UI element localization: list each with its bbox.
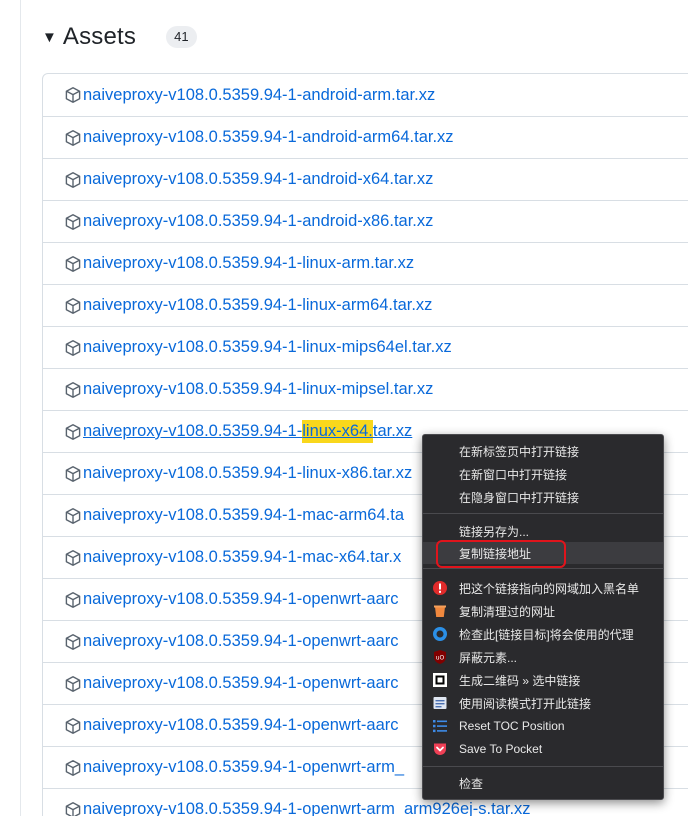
menu-copy-cleaned-url[interactable]: 复制清理过的网址 <box>423 600 663 622</box>
package-icon <box>64 507 82 525</box>
menu-open-reader-mode[interactable]: 使用阅读模式打开此链接 <box>423 692 663 714</box>
context-menu: 在新标签页中打开链接 在新窗口中打开链接 在隐身窗口中打开链接 链接另存为...… <box>422 434 664 800</box>
package-icon <box>64 423 82 441</box>
collapse-caret-icon[interactable]: ▼ <box>42 30 57 45</box>
menu-label: 屏蔽元素... <box>459 650 518 665</box>
package-icon <box>64 171 82 189</box>
menu-label: Save To Pocket <box>459 742 543 756</box>
asset-link[interactable]: naiveproxy-v108.0.5359.94-1-openwrt-aarc <box>83 590 399 609</box>
asset-link-text: naiveproxy-v108.0.5359.94-1- <box>83 422 303 440</box>
asset-link[interactable]: naiveproxy-v108.0.5359.94-1-linux-x64.ta… <box>83 420 413 443</box>
menu-open-new-tab[interactable]: 在新标签页中打开链接 <box>423 440 663 462</box>
menu-label: 生成二维码 » 选中链接 <box>459 673 581 688</box>
asset-link[interactable]: naiveproxy-v108.0.5359.94-1-android-x86.… <box>83 212 433 231</box>
asset-row: naiveproxy-v108.0.5359.94-1-android-arm6… <box>43 116 688 158</box>
asset-link[interactable]: naiveproxy-v108.0.5359.94-1-mac-arm64.ta <box>83 506 404 525</box>
menu-generate-qr[interactable]: 生成二维码 » 选中链接 <box>423 669 663 691</box>
package-icon <box>64 255 82 273</box>
asset-link[interactable]: naiveproxy-v108.0.5359.94-1-linux-arm.ta… <box>83 254 414 273</box>
menu-save-to-pocket[interactable]: Save To Pocket <box>423 738 663 760</box>
asset-link-text: tar.xz <box>372 422 413 440</box>
menu-label: 检查此[链接目标]将会使用的代理 <box>459 627 634 642</box>
menu-reset-toc[interactable]: Reset TOC Position <box>423 715 663 737</box>
menu-open-incognito[interactable]: 在隐身窗口中打开链接 <box>423 486 663 508</box>
clean-url-icon <box>434 605 446 617</box>
menu-label: 使用阅读模式打开此链接 <box>459 696 592 711</box>
ublock-icon: uO <box>434 650 446 664</box>
asset-row: naiveproxy-v108.0.5359.94-1-linux-mipsel… <box>43 368 688 410</box>
package-icon <box>64 465 82 483</box>
menu-open-new-window[interactable]: 在新窗口中打开链接 <box>423 463 663 485</box>
toc-list-icon <box>433 720 447 733</box>
blacklist-icon <box>433 581 447 595</box>
menu-label: Reset TOC Position <box>459 719 565 733</box>
package-icon <box>64 339 82 357</box>
asset-row: naiveproxy-v108.0.5359.94-1-linux-arm.ta… <box>43 242 688 284</box>
menu-check-proxy[interactable]: 检查此[链接目标]将会使用的代理 <box>423 623 663 645</box>
menu-label: 把这个链接指向的网域加入黑名单 <box>459 581 640 596</box>
package-icon <box>64 213 82 231</box>
package-icon <box>64 549 82 567</box>
asset-row: naiveproxy-v108.0.5359.94-1-android-arm.… <box>43 74 688 116</box>
page-left-border <box>20 0 21 816</box>
qr-code-icon <box>433 673 447 687</box>
pocket-icon <box>434 743 446 755</box>
package-icon <box>64 129 82 147</box>
menu-label: 复制清理过的网址 <box>459 604 556 619</box>
asset-link[interactable]: naiveproxy-v108.0.5359.94-1-linux-mipsel… <box>83 380 433 399</box>
package-icon <box>64 717 82 735</box>
reader-mode-icon <box>433 697 447 709</box>
package-icon <box>64 591 82 609</box>
asset-link[interactable]: naiveproxy-v108.0.5359.94-1-android-arm6… <box>83 128 454 147</box>
menu-separator <box>423 568 663 569</box>
asset-row: naiveproxy-v108.0.5359.94-1-linux-mips64… <box>43 326 688 368</box>
asset-link[interactable]: naiveproxy-v108.0.5359.94-1-openwrt-aarc <box>83 632 399 651</box>
asset-link[interactable]: naiveproxy-v108.0.5359.94-1-openwrt-aarc <box>83 716 399 735</box>
menu-save-link-as[interactable]: 链接另存为... <box>423 520 663 542</box>
asset-link[interactable]: naiveproxy-v108.0.5359.94-1-linux-x86.ta… <box>83 464 412 483</box>
menu-copy-link-address[interactable]: 复制链接地址 <box>423 542 663 564</box>
asset-row: naiveproxy-v108.0.5359.94-1-android-x64.… <box>43 158 688 200</box>
menu-separator <box>423 766 663 767</box>
asset-row: naiveproxy-v108.0.5359.94-1-android-x86.… <box>43 200 688 242</box>
asset-link[interactable]: naiveproxy-v108.0.5359.94-1-linux-arm64.… <box>83 296 432 315</box>
package-icon <box>64 381 82 399</box>
menu-block-element[interactable]: uO 屏蔽元素... <box>423 646 663 668</box>
asset-link[interactable]: naiveproxy-v108.0.5359.94-1-openwrt-arm_… <box>83 800 531 816</box>
svg-text:uO: uO <box>436 655 445 662</box>
menu-inspect[interactable]: 检查 <box>423 772 663 794</box>
asset-link[interactable]: naiveproxy-v108.0.5359.94-1-android-arm.… <box>83 86 435 105</box>
asset-link[interactable]: naiveproxy-v108.0.5359.94-1-mac-x64.tar.… <box>83 548 401 567</box>
package-icon <box>64 801 82 816</box>
asset-row: naiveproxy-v108.0.5359.94-1-linux-arm64.… <box>43 284 688 326</box>
assets-title: Assets <box>62 23 137 50</box>
package-icon <box>64 675 82 693</box>
assets-header[interactable]: ▼ Assets 41 <box>42 20 197 54</box>
package-icon <box>64 759 82 777</box>
assets-count-badge: 41 <box>166 26 197 48</box>
package-icon <box>64 297 82 315</box>
package-icon <box>64 633 82 651</box>
package-icon <box>64 86 82 104</box>
proxy-icon <box>433 627 447 641</box>
menu-separator <box>423 513 663 514</box>
menu-add-to-blacklist[interactable]: 把这个链接指向的网域加入黑名单 <box>423 577 663 599</box>
asset-link[interactable]: naiveproxy-v108.0.5359.94-1-android-x64.… <box>83 170 433 189</box>
asset-link[interactable]: naiveproxy-v108.0.5359.94-1-linux-mips64… <box>83 338 452 357</box>
asset-link[interactable]: naiveproxy-v108.0.5359.94-1-openwrt-aarc <box>83 674 399 693</box>
selected-text-highlight: linux-x64. <box>302 420 373 443</box>
asset-link[interactable]: naiveproxy-v108.0.5359.94-1-openwrt-arm_ <box>83 758 404 777</box>
